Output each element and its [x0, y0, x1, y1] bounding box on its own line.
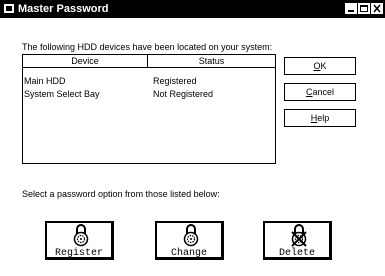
- ok-label-rest: K: [320, 61, 327, 71]
- minimize-button[interactable]: [345, 3, 357, 14]
- device-status: Registered: [153, 76, 197, 86]
- ok-mnemonic: O: [313, 61, 321, 71]
- device-list-header: Device Status: [23, 55, 275, 68]
- list-item[interactable]: System Select Bay Not Registered: [23, 88, 275, 100]
- register-button[interactable]: Register: [45, 221, 114, 260]
- select-option-text: Select a password option from those list…: [22, 189, 220, 199]
- lock-delete-icon: [291, 224, 307, 247]
- delete-label: Delete: [278, 248, 315, 259]
- device-status: Not Registered: [153, 89, 214, 99]
- lock-icon: [183, 224, 199, 247]
- master-password-window: Master Password The following HDD device…: [0, 0, 385, 276]
- title-bar: Master Password: [0, 0, 385, 18]
- help-button[interactable]: Help: [284, 109, 356, 127]
- lock-icon: [73, 224, 89, 247]
- column-header-status[interactable]: Status: [148, 55, 275, 67]
- intro-text: The following HDD devices have been loca…: [22, 42, 273, 52]
- close-icon: [373, 4, 381, 13]
- device-list[interactable]: Device Status Main HDD Registered System…: [22, 54, 276, 164]
- system-menu-icon[interactable]: [4, 4, 14, 13]
- close-button[interactable]: [371, 3, 383, 14]
- device-name: Main HDD: [24, 76, 66, 86]
- change-button[interactable]: Change: [155, 221, 224, 260]
- maximize-icon: [360, 5, 368, 12]
- cancel-button[interactable]: Cancel: [284, 83, 356, 101]
- column-header-device[interactable]: Device: [23, 55, 148, 67]
- window-title: Master Password: [18, 3, 109, 15]
- change-label: Change: [170, 248, 207, 259]
- delete-button[interactable]: Delete: [263, 221, 332, 260]
- ok-button[interactable]: OK: [284, 57, 356, 75]
- device-name: System Select Bay: [24, 89, 100, 99]
- register-label: Register: [54, 248, 103, 259]
- help-label-rest: elp: [317, 113, 330, 123]
- list-item[interactable]: Main HDD Registered: [23, 75, 275, 87]
- cancel-label-rest: ancel: [312, 87, 334, 97]
- minimize-icon: [348, 10, 354, 12]
- maximize-button[interactable]: [358, 3, 370, 14]
